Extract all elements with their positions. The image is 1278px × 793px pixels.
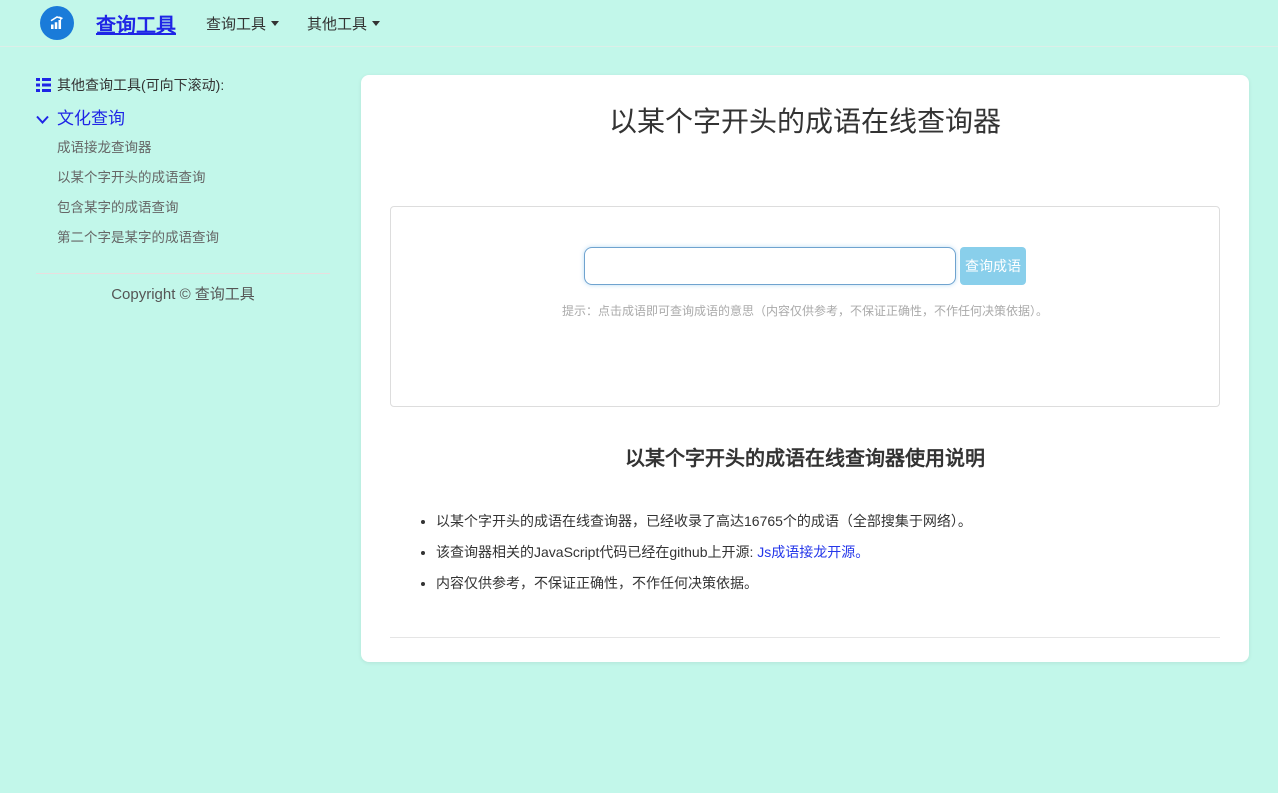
sidebar: 其他查询工具(可向下滚动): 文化查询 成语接龙查询器 以某个字开头的成语查询 … <box>36 75 330 304</box>
list-icon <box>36 78 51 92</box>
nav-dropdown-query-tools-label: 查询工具 <box>206 13 266 34</box>
instruction-item: 该查询器相关的JavaScript代码已经在github上开源: Js成语接龙开… <box>436 542 1249 562</box>
github-open-source-link[interactable]: Js成语接龙开源。 <box>757 544 869 560</box>
sidebar-item-idiom-chain[interactable]: 成语接龙查询器 <box>57 139 330 157</box>
nav-dropdown-other-tools[interactable]: 其他工具 <box>307 13 380 34</box>
sidebar-item-idiom-second-char[interactable]: 第二个字是某字的成语查询 <box>57 229 330 247</box>
instruction-item: 内容仅供参考，不保证正确性，不作任何决策依据。 <box>436 573 1249 593</box>
sidebar-tool-list: 成语接龙查询器 以某个字开头的成语查询 包含某字的成语查询 第二个字是某字的成语… <box>57 139 330 247</box>
chevron-down-icon <box>36 115 49 124</box>
top-navbar: 查询工具 查询工具 其他工具 <box>0 0 1278 47</box>
instructions-list: 以某个字开头的成语在线查询器，已经收录了高达16765个的成语（全部搜集于网络）… <box>361 511 1249 593</box>
caret-down-icon <box>271 21 279 26</box>
idiom-search-input[interactable] <box>584 247 956 285</box>
caret-down-icon <box>372 21 380 26</box>
brand-title[interactable]: 查询工具 <box>96 9 176 38</box>
sidebar-item-idiom-starts-with[interactable]: 以某个字开头的成语查询 <box>57 169 330 187</box>
instruction-text: 内容仅供参考，不保证正确性，不作任何决策依据。 <box>436 575 758 591</box>
query-idiom-button[interactable]: 查询成语 <box>960 247 1026 285</box>
instruction-text: 以某个字开头的成语在线查询器，已经收录了高达16765个的成语（全部搜集于网络）… <box>436 513 972 529</box>
nav-dropdown-other-tools-label: 其他工具 <box>307 13 367 34</box>
search-panel: 查询成语 提示：点击成语即可查询成语的意思（内容仅供参考，不保证正确性，不作任何… <box>390 206 1220 407</box>
sidebar-divider <box>36 273 330 274</box>
copyright-text: Copyright © 查询工具 <box>36 283 330 304</box>
site-logo[interactable] <box>40 6 74 40</box>
nav-dropdown-query-tools[interactable]: 查询工具 <box>206 13 279 34</box>
search-hint-text: 提示：点击成语即可查询成语的意思（内容仅供参考，不保证正确性，不作任何决策依据）… <box>391 302 1219 319</box>
sidebar-item-idiom-contains[interactable]: 包含某字的成语查询 <box>57 199 330 217</box>
instruction-item: 以某个字开头的成语在线查询器，已经收录了高达16765个的成语（全部搜集于网络）… <box>436 511 1249 531</box>
main-card: 以某个字开头的成语在线查询器 查询成语 提示：点击成语即可查询成语的意思（内容仅… <box>361 75 1249 662</box>
chart-logo-icon <box>48 14 66 32</box>
sidebar-header-label: 其他查询工具(可向下滚动): <box>57 75 224 95</box>
instruction-text: 该查询器相关的JavaScript代码已经在github上开源: <box>436 544 757 560</box>
card-bottom-divider <box>390 637 1220 638</box>
sidebar-category-culture[interactable]: 文化查询 <box>36 107 330 131</box>
sidebar-category-label: 文化查询 <box>57 107 125 131</box>
instructions-heading: 以某个字开头的成语在线查询器使用说明 <box>361 445 1249 473</box>
sidebar-header: 其他查询工具(可向下滚动): <box>36 75 330 95</box>
page-title: 以某个字开头的成语在线查询器 <box>361 75 1249 141</box>
